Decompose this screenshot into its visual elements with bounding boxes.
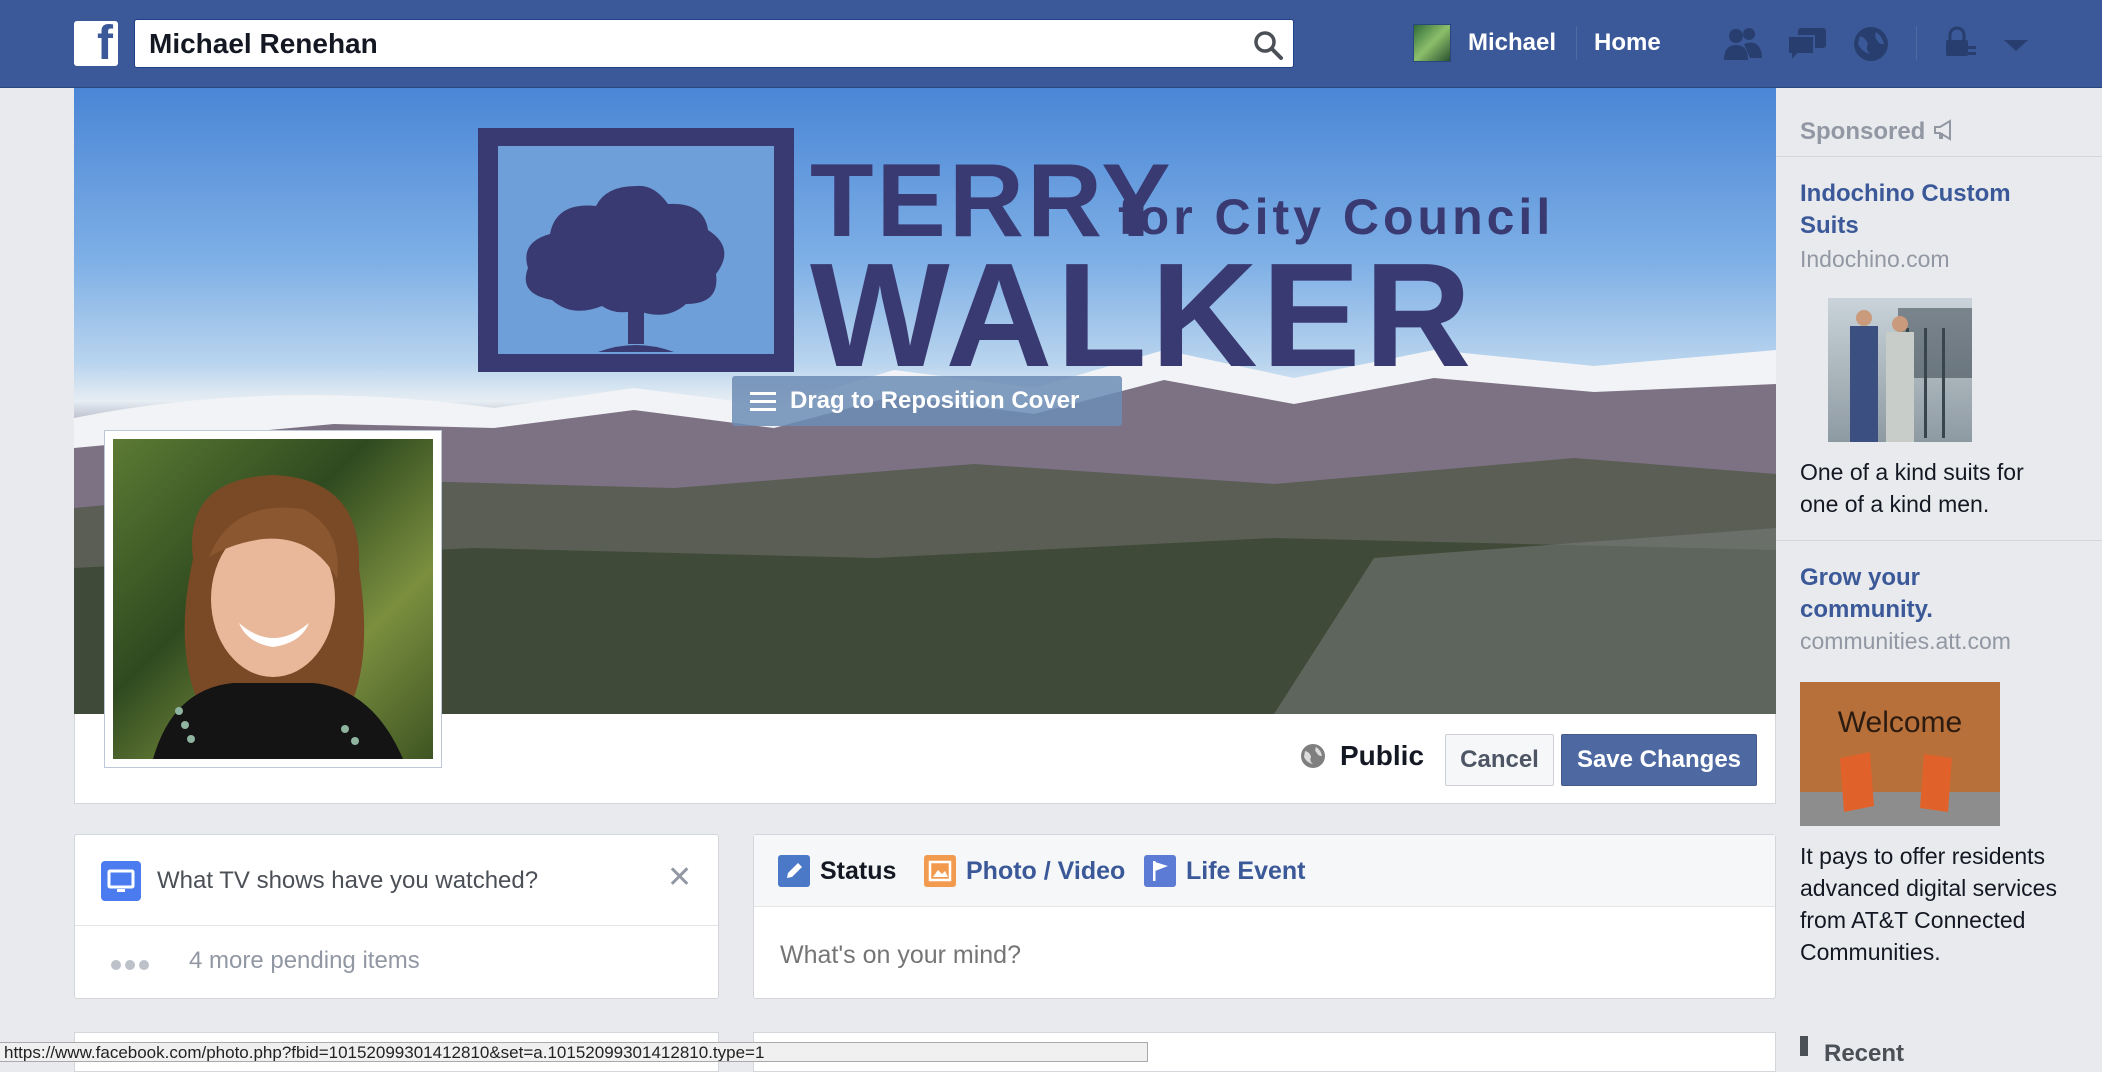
card-divider [75,925,718,926]
drag-to-reposition-hint[interactable]: Drag to Reposition Cover [732,376,1122,426]
tab-photo-video[interactable]: Photo / Video [966,857,1125,886]
privacy-label[interactable]: Public [1340,740,1424,772]
profile-portrait [153,475,403,759]
ad-domain-indochino[interactable]: Indochino.com [1800,246,1950,273]
profile-picture-frame[interactable] [104,430,442,768]
privacy-lock-icon[interactable] [1940,24,1984,64]
composer-tabs: Status Photo / Video Life Event [754,835,1775,907]
friend-requests-icon[interactable] [1720,24,1764,64]
ad-image-welcome-doormat[interactable]: Welcome [1800,682,2000,826]
globe-icon [1301,744,1325,768]
nav-profile-link[interactable]: Michael [1468,29,1556,57]
search-icon[interactable] [1251,28,1285,62]
ad-body-indochino: One of a kind suits for one of a kind me… [1800,459,2024,517]
nav-separator [1576,26,1577,60]
pending-items-link[interactable]: 4 more pending items [189,947,420,975]
top-navigation-bar: f Michael Home [0,0,2102,88]
recent-heading[interactable]: Recent [1824,1040,1904,1068]
save-changes-button[interactable]: Save Changes [1561,734,1757,786]
nav-separator [1916,26,1917,60]
tab-status[interactable]: Status [820,857,896,886]
ad-title-att[interactable]: Grow your community. [1800,562,2050,626]
account-menu-chevron-icon[interactable] [1994,24,2038,64]
sponsored-heading: Sponsored [1800,118,1926,145]
campaign-logo: TERRY for City Council WALKER [478,128,1550,376]
more-dots-icon [111,957,161,971]
ad-image-indochino[interactable] [1828,298,1972,442]
photo-icon [924,855,956,887]
tv-shows-card: What TV shows have you watched? ✕ 4 more… [74,834,719,999]
flag-icon [1144,855,1176,887]
logo-word-walker: WALKER [810,233,1475,376]
megaphone-icon[interactable] [1932,118,1958,142]
ad-body-att: It pays to offer residents advanced digi… [1800,843,2057,965]
cancel-button[interactable]: Cancel [1445,734,1554,786]
browser-status-url: https://www.facebook.com/photo.php?fbid=… [0,1042,1148,1062]
messages-icon[interactable] [1786,24,1830,64]
pencil-icon [778,855,810,887]
facebook-logo-icon[interactable]: f [74,20,118,68]
ad-domain-att[interactable]: communities.att.com [1800,628,2011,655]
tv-shows-question[interactable]: What TV shows have you watched? [157,867,538,895]
nav-home-link[interactable]: Home [1594,29,1661,57]
status-input[interactable] [778,935,1738,975]
sidebar-divider [1776,156,2102,157]
tv-icon [101,861,141,901]
drag-label-text: Drag to Reposition Cover [790,387,1080,414]
drag-handle-icon [750,392,776,411]
nav-avatar[interactable] [1413,24,1451,62]
search-input[interactable] [147,26,1227,62]
search-box [134,19,1294,68]
tab-life-event[interactable]: Life Event [1186,857,1305,886]
profile-picture [113,439,433,759]
ad-title-indochino[interactable]: Indochino Custom Suits [1800,178,2050,242]
notifications-globe-icon[interactable] [1850,24,1894,64]
sidebar-divider [1776,540,2102,541]
recent-marker [1800,1036,1808,1056]
status-composer: Status Photo / Video Life Event [753,834,1776,999]
close-icon[interactable]: ✕ [667,863,692,893]
